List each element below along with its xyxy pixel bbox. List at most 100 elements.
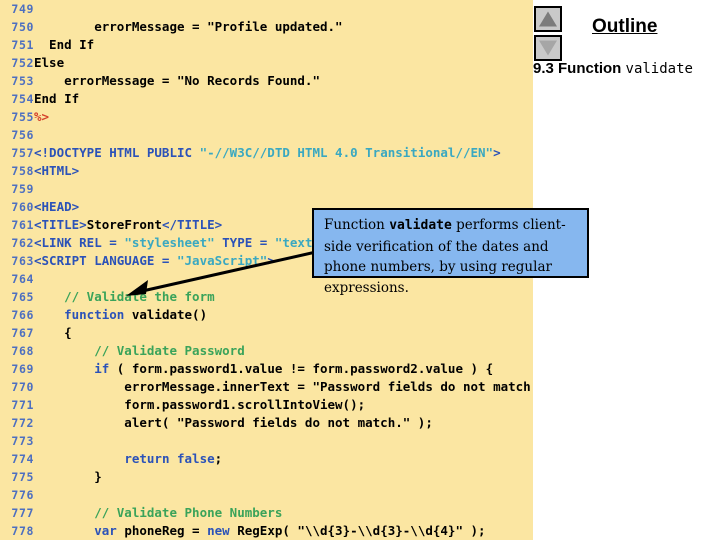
scroll-up-button[interactable] [534,6,562,32]
code-token: End If [34,91,80,106]
callout-text-before: Function [324,217,390,233]
callout-box: Function validate performs client-side v… [312,208,589,296]
code-token: <SCRIPT LANGUAGE = [34,253,177,268]
code-token: errorMessage = [34,19,208,34]
code-token: <HEAD> [34,199,80,214]
triangle-down-icon [539,40,557,56]
code-token: </TITLE> [161,217,223,232]
code-token: if [94,361,110,376]
outline-heading: Outline [592,16,658,37]
scroll-down-button[interactable] [534,35,562,61]
outline-entry[interactable]: 9.3 Function validate [533,60,693,78]
code-token: "Profile updated." [207,19,343,34]
code-token: Else [34,55,65,70]
code-line: 776 [0,486,533,504]
code-source: alert( "Password fields do not match." )… [34,415,433,430]
code-line: 756 [0,126,533,144]
line-number: 767 [11,326,34,340]
code-line: 771 form.password1.scrollIntoView(); [0,396,533,414]
code-token: <HTML> [34,163,80,178]
line-number: 759 [11,182,34,196]
code-source: %> [34,109,49,124]
code-line: 752Else [0,54,533,72]
code-line: 768 // Validate Password [0,342,533,360]
line-number: 769 [11,362,34,376]
code-source: // Validate the form [34,289,215,304]
code-source: if ( form.password1.value != form.passwo… [34,361,493,376]
line-number: 775 [11,470,34,484]
code-token: <LINK REL = [34,235,125,250]
code-token: "JavaScript" [177,253,268,268]
code-source: var phoneReg = new RegExp( "\\d{3}-\\d{3… [34,523,486,538]
code-token: > [493,145,501,160]
code-token: } [34,469,102,484]
line-number: 765 [11,290,34,304]
code-token: StoreFront [86,217,162,232]
code-token: alert( "Password fields do not match." )… [34,415,433,430]
code-token: RegExp( "\\d{3}-\\d{3}-\\d{4}" ); [229,523,486,538]
code-line: 766 function validate() [0,306,533,324]
code-token: validate() [124,307,208,322]
line-number: 763 [11,254,34,268]
line-number: 753 [11,74,34,88]
code-source: function validate() [34,307,207,322]
code-line: 751 End If [0,36,533,54]
outline-entry-code: validate [625,61,693,77]
callout-code: validate [389,218,452,233]
line-number: 752 [11,56,34,70]
code-source: <SCRIPT LANGUAGE = "JavaScript"> [34,253,275,268]
code-source: form.password1.scrollIntoView(); [34,397,365,412]
code-token: "stylesheet" [124,235,215,250]
code-line: 777 // Validate Phone Numbers [0,504,533,522]
code-source: } [34,469,102,484]
code-token: form.password1.scrollIntoView(); [34,397,366,412]
code-source: <HEAD> [34,199,79,214]
code-token: errorMessage = [34,73,177,88]
line-number: 751 [11,38,34,52]
code-line: 755%> [0,108,533,126]
line-number: 760 [11,200,34,214]
code-token: var [94,523,117,538]
code-line: 754End If [0,90,533,108]
code-token: "No Records Found." [177,73,320,88]
line-number: 778 [11,524,34,538]
code-source: errorMessage = "No Records Found." [34,73,320,88]
code-source: <TITLE>StoreFront</TITLE> [34,217,222,232]
code-token: TYPE = [214,235,275,250]
code-line: 750 errorMessage = "Profile updated." [0,18,533,36]
code-source: End If [34,91,79,106]
code-token: errorMessage.innerText = "Password field… [34,379,533,394]
code-source: <HTML> [34,163,79,178]
code-token: // Validate Phone Numbers [34,505,283,520]
code-token: "-//W3C//DTD HTML 4.0 Transitional//EN" [199,145,494,160]
code-line: 767 { [0,324,533,342]
code-token: phoneReg = [116,523,208,538]
slide-root: 749 750 errorMessage = "Profile updated."… [0,0,720,540]
line-number: 757 [11,146,34,160]
line-number: 750 [11,20,34,34]
line-number: 770 [11,380,34,394]
code-line: 778 var phoneReg = new RegExp( "\\d{3}-\… [0,522,533,540]
code-source: errorMessage.innerText = "Password field… [34,379,533,394]
code-token: return false [124,451,215,466]
line-number: 761 [11,218,34,232]
code-line: 774 return false; [0,450,533,468]
code-source: return false; [34,451,222,466]
line-number: 777 [11,506,34,520]
triangle-up-icon [539,11,557,27]
line-number: 776 [11,488,34,502]
line-number: 773 [11,434,34,448]
code-token: new [207,523,230,538]
code-line: 765 // Validate the form [0,288,533,306]
code-token: <TITLE> [34,217,87,232]
code-source: End If [34,37,94,52]
code-token: ; [214,451,223,466]
outline-entry-number: 9.3 Function [533,60,626,77]
line-number: 774 [11,452,34,466]
code-source: <!DOCTYPE HTML PUBLIC "-//W3C//DTD HTML … [34,145,501,160]
line-number: 764 [11,272,34,286]
line-number: 755 [11,110,34,124]
